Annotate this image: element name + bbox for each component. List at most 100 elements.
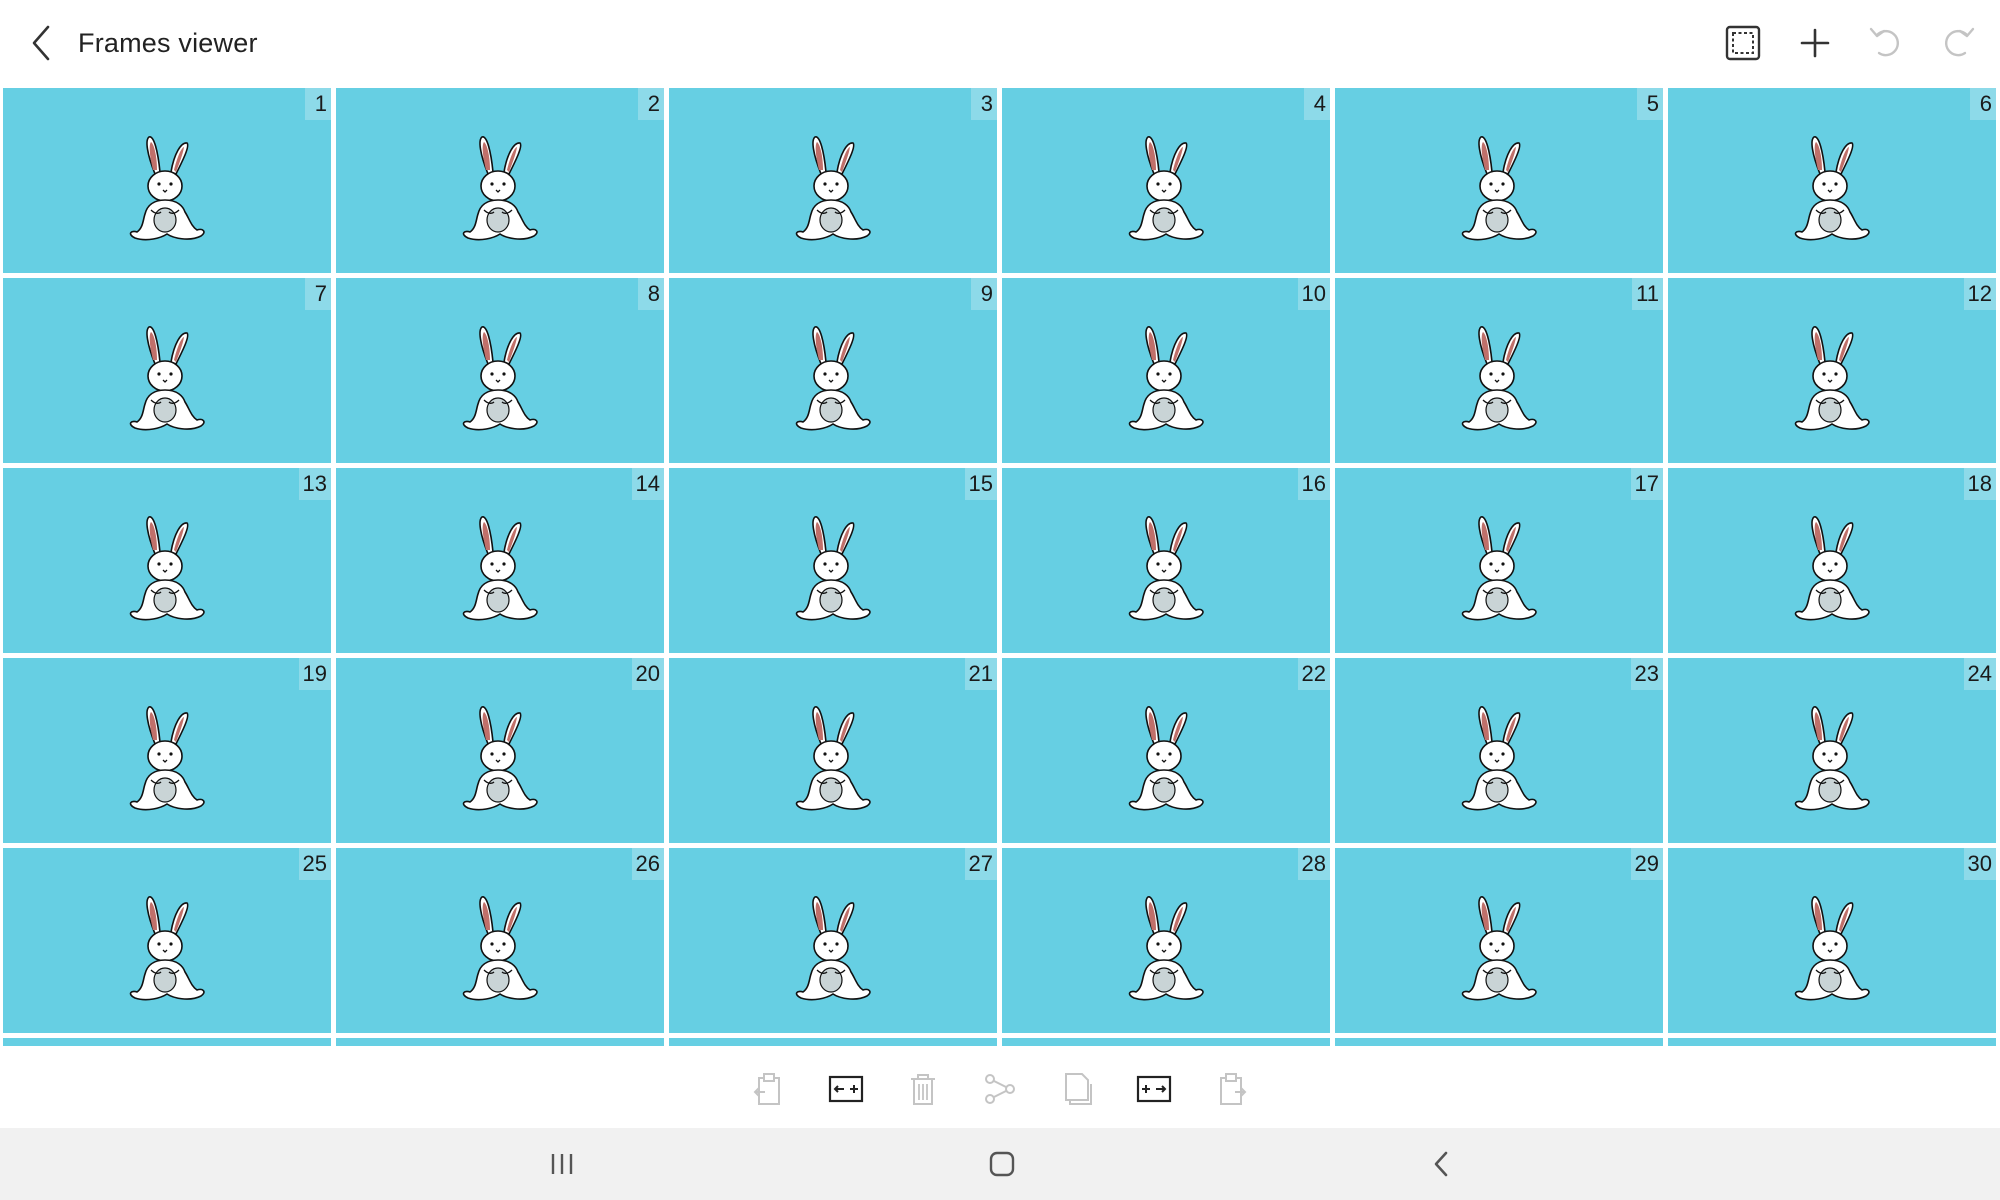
frame-thumbnail[interactable]: 1 <box>3 88 331 273</box>
nav-back-icon <box>1434 1151 1448 1177</box>
frame-thumbnail[interactable]: 8 <box>336 278 664 463</box>
frame-thumbnail[interactable]: 22 <box>1002 658 1330 843</box>
frame-thumbnail[interactable]: 28 <box>1002 848 1330 1033</box>
bunny-drawing <box>783 324 883 436</box>
frame-number: 6 <box>1970 88 1996 120</box>
frames-grid-viewport[interactable]: 1 2 3 4 5 6 7 8 9 10 11 12 13 14 15 16 17 18 19 20 21 22 23 24 2… <box>0 86 2000 1046</box>
select-frame-icon <box>1725 25 1761 61</box>
back-arrow-icon <box>32 25 50 61</box>
redo-icon <box>1945 27 1975 57</box>
frame-thumbnail[interactable]: 29 <box>1335 848 1663 1033</box>
frame-thumbnail[interactable]: 4 <box>1002 88 1330 273</box>
undo-button[interactable] <box>1860 16 1914 70</box>
frame-number: 30 <box>1963 848 1996 880</box>
frame-thumbnail[interactable]: 3 <box>669 88 997 273</box>
frame-thumbnail[interactable]: 9 <box>669 278 997 463</box>
bunny-drawing <box>1449 514 1549 626</box>
bunny-drawing <box>1449 134 1549 246</box>
bunny-drawing <box>1116 514 1216 626</box>
frame-thumbnail[interactable]: 15 <box>669 468 997 653</box>
bunny-drawing <box>450 894 550 1006</box>
bunny-drawing <box>1116 134 1216 246</box>
bunny-drawing <box>117 324 217 436</box>
home-icon <box>989 1151 1015 1177</box>
home-button[interactable] <box>972 1140 1032 1188</box>
bunny-drawing <box>117 894 217 1006</box>
frame-number: 2 <box>638 88 664 120</box>
frame-number: 27 <box>964 848 997 880</box>
frame-thumbnail-partial[interactable] <box>1002 1038 1330 1046</box>
frame-number: 12 <box>1963 278 1996 310</box>
bunny-drawing <box>1116 324 1216 436</box>
frame-thumbnail[interactable]: 7 <box>3 278 331 463</box>
frame-thumbnail[interactable]: 17 <box>1335 468 1663 653</box>
frame-thumbnail[interactable]: 10 <box>1002 278 1330 463</box>
frame-thumbnail[interactable]: 27 <box>669 848 997 1033</box>
bunny-drawing <box>783 134 883 246</box>
frame-thumbnail[interactable]: 2 <box>336 88 664 273</box>
insert-frame-before-button[interactable] <box>823 1066 869 1112</box>
frame-thumbnail[interactable]: 13 <box>3 468 331 653</box>
frame-thumbnail[interactable]: 30 <box>1668 848 1996 1033</box>
bunny-drawing <box>1116 704 1216 816</box>
frame-thumbnail-partial[interactable] <box>669 1038 997 1046</box>
system-back-button[interactable] <box>1412 1140 1472 1188</box>
frame-thumbnail[interactable]: 20 <box>336 658 664 843</box>
frame-number: 22 <box>1297 658 1330 690</box>
frame-number: 13 <box>298 468 331 500</box>
recent-apps-icon <box>551 1154 573 1174</box>
frame-number: 28 <box>1297 848 1330 880</box>
frame-number: 1 <box>305 88 331 120</box>
frame-thumbnail-partial[interactable] <box>1668 1038 1996 1046</box>
frame-number: 10 <box>1297 278 1330 310</box>
frame-thumbnail-partial[interactable] <box>1335 1038 1663 1046</box>
frame-thumbnail-partial[interactable] <box>3 1038 331 1046</box>
paste-before-button[interactable] <box>746 1066 792 1112</box>
bunny-drawing <box>1782 324 1882 436</box>
bunny-drawing <box>783 894 883 1006</box>
frame-number: 9 <box>971 278 997 310</box>
frame-thumbnail[interactable]: 14 <box>336 468 664 653</box>
frame-number: 16 <box>1297 468 1330 500</box>
insert-frame-after-button[interactable] <box>1131 1066 1177 1112</box>
share-frame-button[interactable] <box>977 1066 1023 1112</box>
frame-thumbnail[interactable]: 19 <box>3 658 331 843</box>
back-button[interactable] <box>18 18 68 68</box>
frame-thumbnail[interactable]: 11 <box>1335 278 1663 463</box>
frame-thumbnail[interactable]: 16 <box>1002 468 1330 653</box>
frame-thumbnail[interactable]: 21 <box>669 658 997 843</box>
select-frames-button[interactable] <box>1716 16 1770 70</box>
share-icon <box>985 1074 1015 1104</box>
copy-frame-button[interactable] <box>1054 1066 1100 1112</box>
frame-thumbnail[interactable]: 23 <box>1335 658 1663 843</box>
frame-thumbnail-partial[interactable] <box>336 1038 664 1046</box>
frame-thumbnail[interactable]: 26 <box>336 848 664 1033</box>
frame-number: 23 <box>1630 658 1663 690</box>
bunny-drawing <box>1449 324 1549 436</box>
paste-before-icon <box>753 1073 780 1105</box>
frame-thumbnail[interactable]: 24 <box>1668 658 1996 843</box>
paste-after-button[interactable] <box>1208 1066 1254 1112</box>
bunny-drawing <box>117 514 217 626</box>
frame-number: 29 <box>1630 848 1663 880</box>
bunny-drawing <box>1449 894 1549 1006</box>
bunny-drawing <box>783 704 883 816</box>
bunny-drawing <box>1782 134 1882 246</box>
bunny-drawing <box>117 704 217 816</box>
frame-number: 26 <box>631 848 664 880</box>
bunny-drawing <box>1782 894 1882 1006</box>
delete-frame-button[interactable] <box>900 1066 946 1112</box>
bunny-drawing <box>1782 514 1882 626</box>
frame-number: 7 <box>305 278 331 310</box>
frame-toolbar <box>0 1046 2000 1128</box>
frame-thumbnail[interactable]: 6 <box>1668 88 1996 273</box>
frame-number: 14 <box>631 468 664 500</box>
frame-thumbnail[interactable]: 12 <box>1668 278 1996 463</box>
frame-thumbnail[interactable]: 25 <box>3 848 331 1033</box>
frame-thumbnail[interactable]: 18 <box>1668 468 1996 653</box>
frame-thumbnail[interactable]: 5 <box>1335 88 1663 273</box>
recent-apps-button[interactable] <box>532 1140 592 1188</box>
add-frame-button[interactable] <box>1788 16 1842 70</box>
redo-button[interactable] <box>1930 16 1984 70</box>
delete-icon <box>911 1074 935 1105</box>
